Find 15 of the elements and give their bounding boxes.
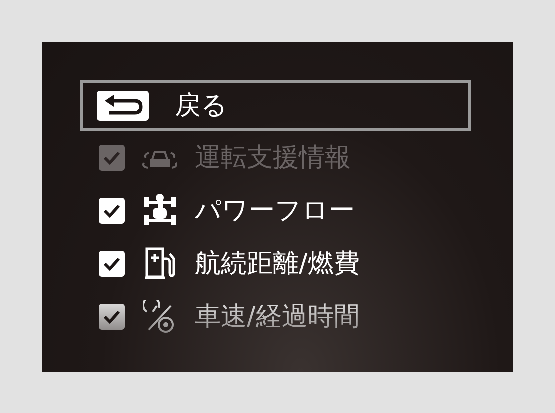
checkbox[interactable] xyxy=(99,304,125,330)
fuel-pump-icon xyxy=(143,246,177,280)
check-icon xyxy=(103,204,121,218)
check-icon xyxy=(103,150,121,164)
speedometer-icon xyxy=(143,300,177,334)
check-icon xyxy=(103,310,121,324)
menu-item-label[interactable]: 車速/経過時間 xyxy=(195,299,360,334)
check-icon xyxy=(103,256,121,270)
menu-item-label[interactable]: パワーフロー xyxy=(195,193,355,228)
power-flow-icon xyxy=(142,194,178,228)
back-button[interactable]: 戻る xyxy=(80,80,471,131)
menu-item-label[interactable]: 航続距離/燃費 xyxy=(195,246,360,281)
back-label: 戻る xyxy=(175,90,228,123)
checkbox[interactable] xyxy=(99,198,125,224)
checkbox[interactable] xyxy=(99,250,125,276)
